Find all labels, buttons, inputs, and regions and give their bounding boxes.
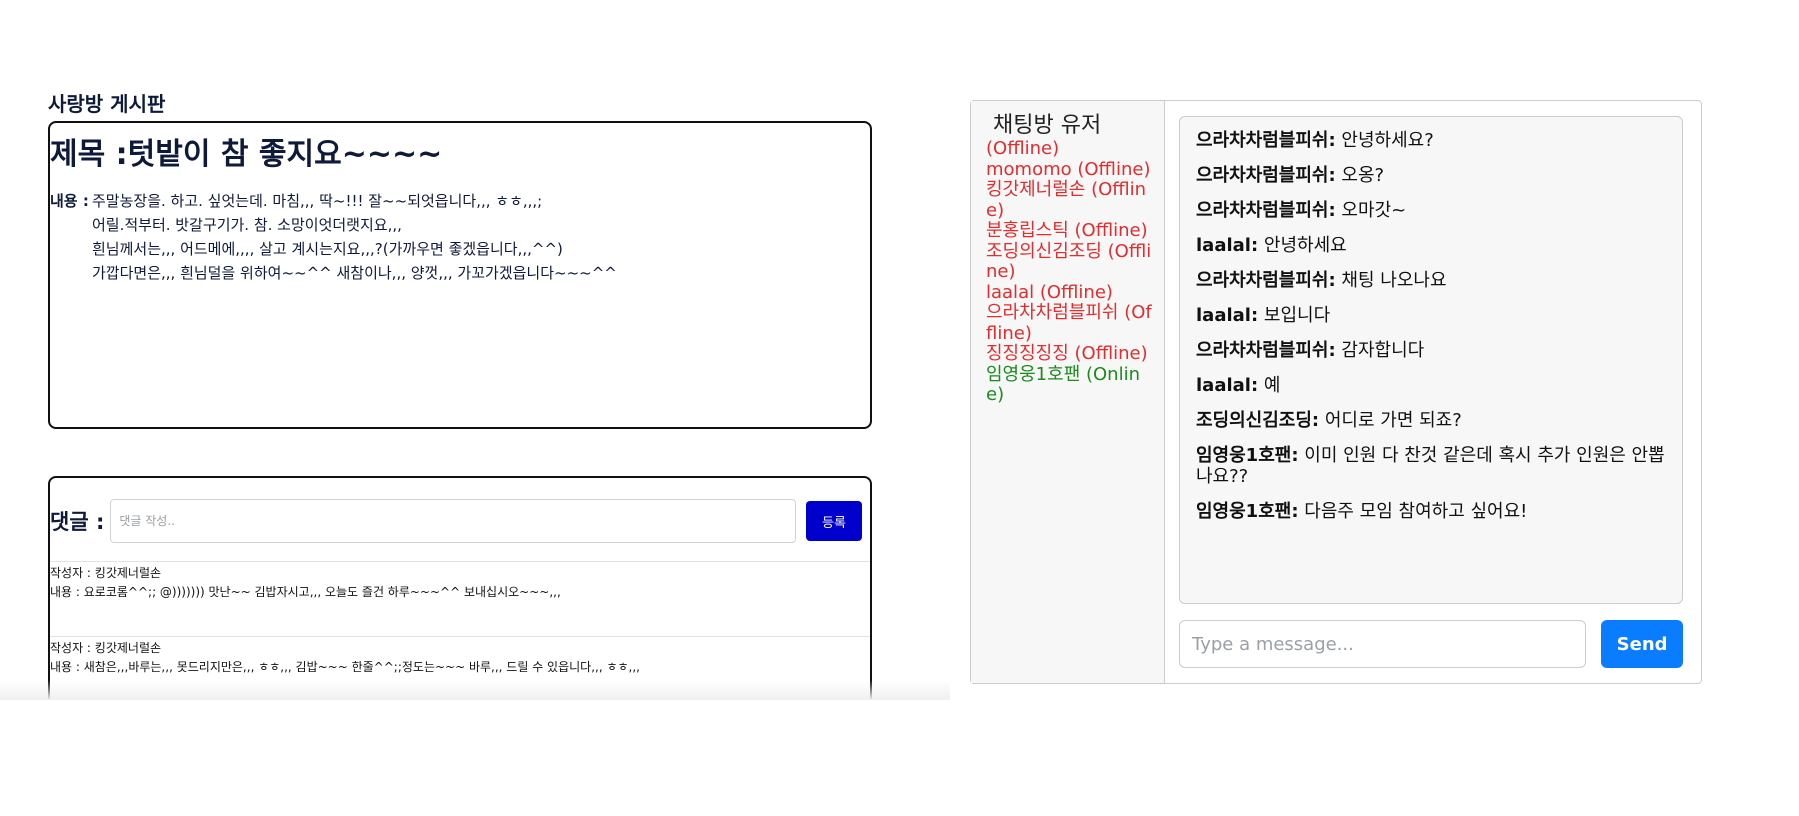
message-text: 채팅 나오나요: [1341, 270, 1447, 291]
message-sender: 으라차차럼블피쉬:: [1196, 165, 1336, 186]
chat-message: 으라차차럼블피쉬: 오옹?: [1196, 165, 1666, 186]
post-content-line: 어릴.적부터. 밧갈구기가. 참. 소망이엇더랫지요,,,: [92, 216, 402, 234]
message-text: 오옹?: [1341, 165, 1385, 186]
message-text: 감자합니다: [1341, 340, 1425, 361]
post-content-label: 내용 :: [50, 192, 89, 210]
message-sender: 으라차차럼블피쉬:: [1196, 340, 1336, 361]
chat-message-input[interactable]: [1179, 620, 1587, 668]
user-entry: (Offline): [986, 138, 1060, 159]
post-content-line: 흰님께서는,,, 어드메에,,,, 살고 계시는지요,,,?(가까우면 좋겠읍니…: [92, 240, 563, 258]
user-entry: 임영웅1호팬 (Online): [986, 363, 1140, 405]
comment-content: 내용 : 새참은,,,바루는,,, 못드리지만은,,, ㅎㅎ,,, 김밥~~~ …: [50, 660, 640, 674]
chat-message: 으라차차럼블피쉬: 감자합니다: [1196, 340, 1666, 361]
message-sender: laalal:: [1196, 235, 1259, 256]
comment-box: 댓글 : 등록 작성자 : 킹갓제너럴손 내용 : 요로코롬^^;; @))))…: [48, 476, 872, 700]
message-text: 안녕하세요?: [1341, 130, 1434, 151]
chat-message: 임영웅1호팬: 다음주 모임 참여하고 싶어요!: [1196, 501, 1666, 522]
message-text: 예: [1263, 375, 1281, 396]
chat-form: Send: [1179, 620, 1683, 668]
comment-author: 작성자 : 킹갓제너럴손: [50, 641, 162, 655]
comment-submit-button[interactable]: 등록: [806, 501, 862, 541]
user-entry: 분홍립스틱 (Offline): [986, 220, 1148, 241]
post-title: 제목 :텃밭이 참 좋지요~~~~: [50, 137, 443, 172]
user-list: 채팅방 유저 (Offline) momomo (Offline) 킹갓제너럴손…: [971, 101, 1165, 683]
message-text: 어디로 가면 되죠?: [1324, 410, 1462, 431]
user-entry: laalal (Offline): [986, 281, 1113, 303]
post-content-line: 가깝다면은,,, 흰님덜을 위하여~~^^ 새참이나,,, 양껏,,, 가꼬가겠…: [92, 264, 617, 282]
comment-input[interactable]: [110, 499, 796, 543]
message-sender: 으라차차럼블피쉬:: [1196, 200, 1336, 221]
user-entry: momomo (Offline): [986, 158, 1151, 180]
user-list-title: 채팅방 유저: [993, 113, 1102, 138]
chat-main: 으라차차럼블피쉬: 안녕하세요? 으라차차럼블피쉬: 오옹? 으라차차럼블피쉬:…: [1165, 101, 1701, 683]
message-sender: 임영웅1호팬:: [1196, 445, 1299, 466]
comment-content: 내용 : 요로코롬^^;; @))))))) 맛난~~ 김밥자시고,,, 오늘도…: [50, 585, 561, 599]
comment-item: 작성자 : 킹갓제너럴손 내용 : 요로코롬^^;; @))))))) 맛난~~…: [50, 561, 870, 636]
message-sender: 조딩의신김조딩:: [1196, 410, 1320, 431]
message-sender: 으라차차럼블피쉬:: [1196, 270, 1336, 291]
user-entry: 킹갓제너럴손 (Offline): [986, 179, 1147, 221]
comment-form: 댓글 : 등록: [50, 498, 862, 544]
message-sender: 임영웅1호팬:: [1196, 501, 1299, 522]
user-entry: 조딩의신김조딩 (Offline): [986, 240, 1152, 282]
post-content: 내용 : 주말농장을. 하고. 싶엇는데. 마침,,, 딱~!!! 잘~~되엇읍…: [50, 189, 617, 285]
message-sender: laalal:: [1196, 375, 1259, 396]
post-content-line: 주말농장을. 하고. 싶엇는데. 마침,,, 딱~!!! 잘~~되엇읍니다,,,…: [92, 192, 543, 210]
post-box: 제목 :텃밭이 참 좋지요~~~~ 내용 : 주말농장을. 하고. 싶엇는데. …: [48, 121, 872, 429]
chat-message: laalal: 안녕하세요: [1196, 235, 1666, 256]
chat-container: 채팅방 유저 (Offline) momomo (Offline) 킹갓제너럴손…: [970, 100, 1702, 684]
chat-message: laalal: 예: [1196, 375, 1666, 396]
post-content-lines: 주말농장을. 하고. 싶엇는데. 마침,,, 딱~!!! 잘~~되엇읍니다,,,…: [92, 189, 617, 285]
chat-message: 으라차차럼블피쉬: 안녕하세요?: [1196, 130, 1666, 151]
comment-author: 작성자 : 킹갓제너럴손: [50, 566, 162, 580]
board-area: 사랑방 게시판 제목 :텃밭이 참 좋지요~~~~ 내용 : 주말농장을. 하고…: [0, 0, 950, 700]
comment-item: 작성자 : 킹갓제너럴손 내용 : 새참은,,,바루는,,, 못드리지만은,,,…: [50, 636, 870, 700]
message-sender: 으라차차럼블피쉬:: [1196, 130, 1336, 151]
send-button[interactable]: Send: [1601, 620, 1683, 668]
message-text: 오마갓~: [1341, 200, 1407, 221]
message-sender: laalal:: [1196, 305, 1259, 326]
message-text: 안녕하세요: [1263, 235, 1347, 256]
message-log[interactable]: 으라차차럼블피쉬: 안녕하세요? 으라차차럼블피쉬: 오옹? 으라차차럼블피쉬:…: [1179, 116, 1683, 604]
chat-message: laalal: 보입니다: [1196, 305, 1666, 326]
chat-message: 임영웅1호팬: 이미 인원 다 찬것 같은데 혹시 추가 인원은 안뽑나요??: [1196, 445, 1666, 487]
user-entry: 으라차차럼블피쉬 (Offline): [986, 302, 1152, 344]
chat-message: 으라차차럼블피쉬: 오마갓~: [1196, 200, 1666, 221]
message-text: 다음주 모임 참여하고 싶어요!: [1304, 501, 1528, 522]
comment-label: 댓글 :: [50, 510, 105, 534]
user-entry: 징징징징징 (Offline): [986, 343, 1148, 364]
chat-message: 조딩의신김조딩: 어디로 가면 되죠?: [1196, 410, 1666, 431]
chat-message: 으라차차럼블피쉬: 채팅 나오나요: [1196, 270, 1666, 291]
message-text: 보입니다: [1263, 305, 1331, 326]
board-heading: 사랑방 게시판: [48, 92, 166, 116]
comment-list: 작성자 : 킹갓제너럴손 내용 : 요로코롬^^;; @))))))) 맛난~~…: [50, 561, 870, 700]
